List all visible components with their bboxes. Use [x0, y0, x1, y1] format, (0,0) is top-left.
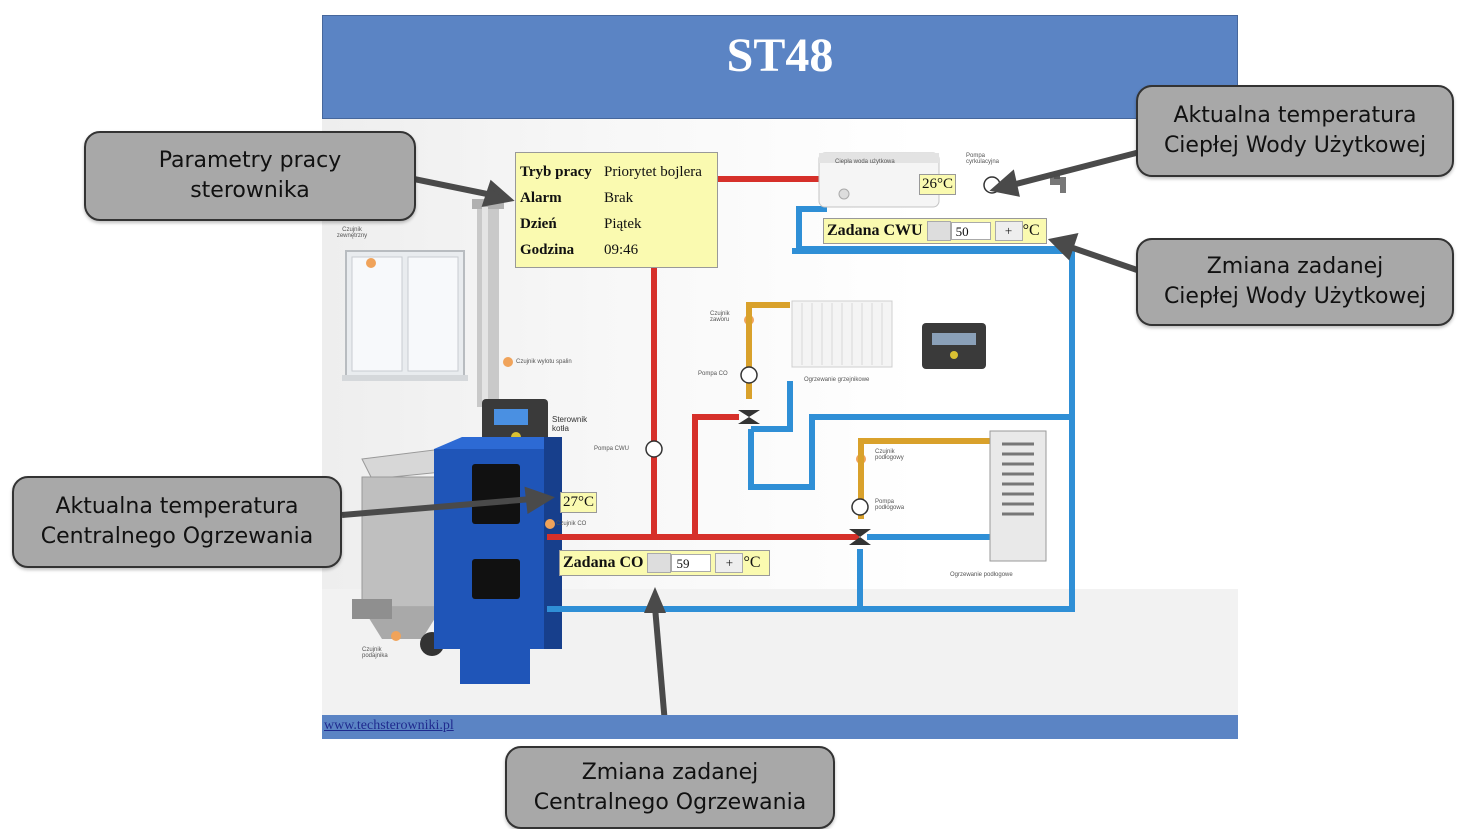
label-floor-heating: Ogrzewanie podłogowe: [950, 572, 1013, 578]
co-setpoint-label: Zadana CO: [563, 554, 644, 571]
label-cwu-pump: Pompa CWU: [594, 446, 630, 452]
cwu-decrease-button[interactable]: [926, 221, 951, 241]
label-radiator-heating: Ogrzewanie grzejnikowe: [804, 377, 870, 383]
param-key: Dzień: [520, 215, 557, 232]
floor-heating-image: [989, 430, 1047, 562]
param-key: Godzina: [520, 241, 575, 258]
label-boiler-controller: Sterownik kotła: [552, 415, 588, 433]
callout-co-current-temp: Aktualna temperatura Centralnego Ogrzewa…: [12, 476, 342, 568]
header-banner: ST48: [322, 15, 1238, 119]
label-co-sensor: Czujnik CO: [556, 521, 587, 527]
radiator-image: [791, 300, 893, 368]
cwu-setpoint-input[interactable]: 50: [950, 222, 991, 240]
installation-diagram: Czujnik zewnętrzny Czujnik wylotu spalin…: [322, 119, 1238, 715]
param-row-time: Godzina 09:46: [520, 237, 713, 263]
callout-cwu-setpoint: Zmiana zadanej Ciepłej Wody Użytkowej: [1136, 238, 1454, 326]
callout-co-setpoint: Zmiana zadanej Centralnego Ogrzewania: [505, 746, 835, 829]
boiler-image: [434, 437, 562, 684]
param-key: Alarm: [520, 189, 562, 206]
label-floor-sensor: Czujnik podłogowy: [875, 449, 904, 461]
chimney-image: [472, 199, 504, 407]
cwu-setpoint-control: Zadana CWU 50 + °C: [823, 218, 1047, 244]
co-increase-button[interactable]: +: [715, 553, 744, 573]
co-decrease-button[interactable]: [647, 553, 672, 573]
cwu-increase-button[interactable]: +: [994, 221, 1023, 241]
label-outdoor-sensor: Czujnik zewnętrzny: [336, 227, 368, 239]
label-valve-sensor: Czujnik zaworu: [710, 311, 730, 323]
param-key: Tryb pracy: [520, 163, 592, 180]
controller-params-panel: Tryb pracy Priorytet bojlera Alarm Brak …: [515, 152, 718, 268]
callout-cwu-current-temp: Aktualna temperatura Ciepłej Wody Użytko…: [1136, 85, 1454, 177]
param-row-mode: Tryb pracy Priorytet bojlera: [520, 159, 713, 185]
label-feeder-sensor: Czujnik podajnika: [362, 647, 388, 659]
cwu-current-temp: 26°C: [919, 174, 957, 195]
param-row-day: Dzień Piątek: [520, 211, 713, 237]
cwu-unit: °C: [1022, 222, 1040, 239]
room-thermostat-image: [922, 323, 986, 369]
label-hot-water: Ciepła woda użytkowa: [835, 159, 895, 165]
co-unit: °C: [743, 554, 761, 571]
footer-website-link[interactable]: www.techsterowniki.pl: [324, 718, 454, 734]
label-flue-sensor: Czujnik wylotu spalin: [516, 359, 572, 365]
param-value: Brak: [604, 189, 634, 206]
page-title: ST48: [726, 29, 834, 82]
param-value: Piątek: [604, 215, 642, 232]
param-row-alarm: Alarm Brak: [520, 185, 713, 211]
cwu-setpoint-label: Zadana CWU: [827, 222, 923, 239]
label-circulation-pump: Pompa cyrkulacyjna: [966, 153, 1000, 165]
footer-bar: www.techsterowniki.pl: [322, 715, 1238, 739]
window-image: [342, 250, 468, 381]
co-setpoint-input[interactable]: 59: [671, 554, 712, 572]
label-co-pump: Pompa CO: [698, 371, 728, 377]
callout-controller-params: Parametry pracy sterownika: [84, 131, 416, 221]
co-setpoint-control: Zadana CO 59 + °C: [559, 550, 770, 576]
param-value: 09:46: [604, 241, 639, 258]
installation-graphics: [322, 149, 1238, 715]
co-current-temp: 27°C: [560, 492, 598, 513]
label-floor-pump: Pompa podłogowa: [875, 499, 905, 511]
param-value: Priorytet bojlera: [604, 163, 702, 180]
